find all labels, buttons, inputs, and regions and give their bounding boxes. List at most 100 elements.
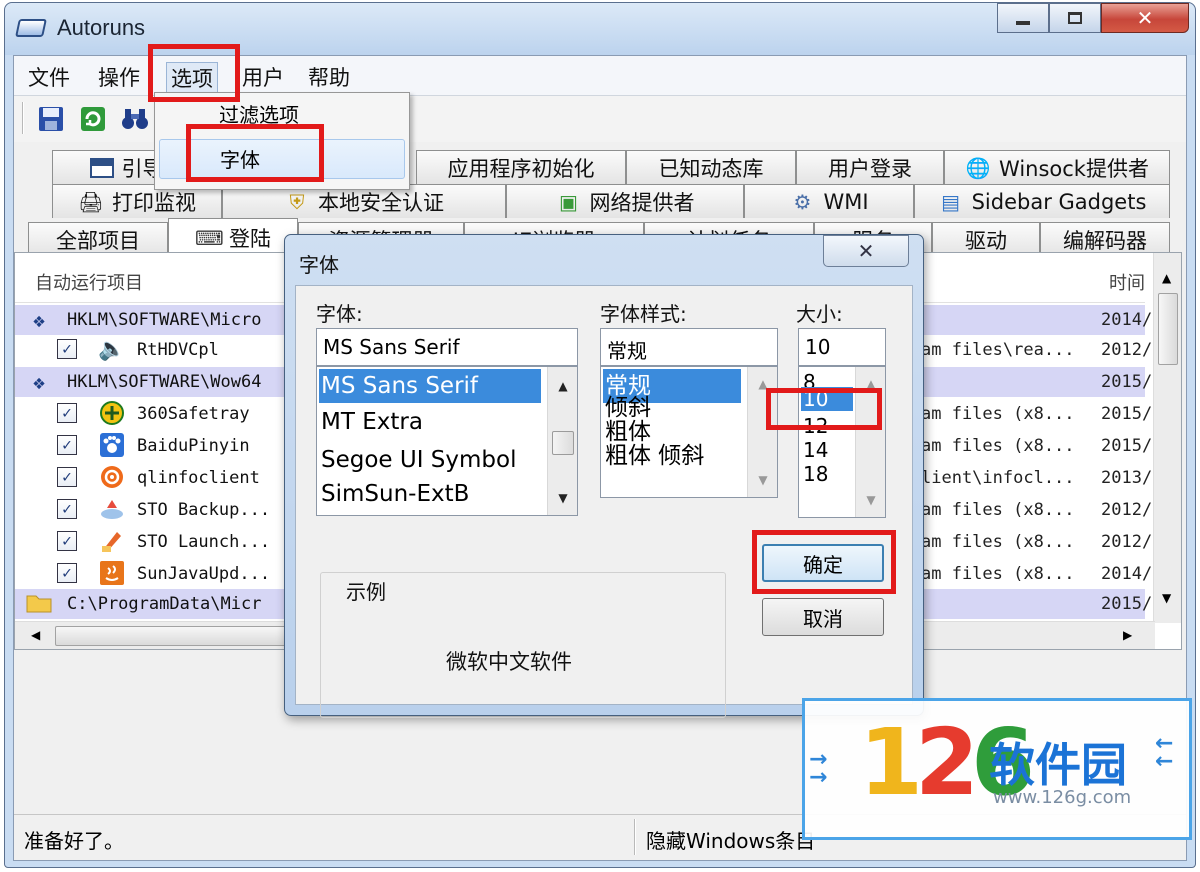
title-bar[interactable]: Autoruns ✕ [5, 3, 1195, 55]
scroll-down-icon[interactable]: ▼ [748, 473, 777, 487]
font-style-list[interactable]: 常规 倾斜 粗体 粗体 倾斜 ▲ ▼ [600, 366, 778, 498]
menu-help[interactable]: 帮助 [308, 62, 350, 92]
globe-icon: 🌐 [965, 155, 991, 180]
entry-path: am files (x8... [921, 404, 1075, 424]
tab-label: 登陆 [229, 226, 271, 251]
enable-checkbox[interactable]: ✓ [57, 467, 77, 487]
entry-path: am files (x8... [921, 500, 1075, 520]
dialog-body: 字体: 字体样式: 大小: MS Sans Serif 常规 10 MS San… [295, 285, 913, 718]
tab-network-providers[interactable]: ▣ 网络提供者 [506, 184, 744, 218]
arrow-right-icon: → [809, 765, 828, 790]
maximize-icon [1068, 12, 1082, 24]
menu-item-font[interactable]: 字体 [159, 139, 405, 179]
entry-path: lient\infocl... [921, 468, 1075, 488]
style-list-scrollbar[interactable]: ▲ ▼ [747, 367, 777, 497]
menu-item-filter-options[interactable]: 过滤选项 [159, 95, 405, 135]
menu-action[interactable]: 操作 [98, 62, 140, 92]
scroll-thumb[interactable] [1158, 293, 1178, 365]
font-style-input[interactable]: 常规 [600, 328, 778, 366]
menu-options[interactable]: 选项 [166, 62, 218, 94]
refresh-button[interactable] [78, 104, 108, 134]
tab-appinit[interactable]: 应用程序初始化 [416, 150, 626, 184]
binoculars-icon [122, 109, 148, 129]
cancel-button[interactable]: 取消 [762, 598, 884, 636]
tab-label: 网络提供者 [589, 190, 695, 215]
entry-time: 2012/ [1101, 340, 1153, 360]
shield-icon: ⛨ [289, 189, 305, 214]
tab-label: 编解码器 [1063, 228, 1147, 253]
menu-user[interactable]: 用户 [242, 62, 284, 92]
scroll-down-icon[interactable]: ▼ [1162, 591, 1171, 605]
scroll-up-icon[interactable]: ▲ [748, 377, 777, 391]
scroll-up-icon[interactable]: ▲ [548, 379, 577, 393]
font-name-list[interactable]: MS Sans Serif MT Extra Segoe UI Symbol S… [316, 366, 578, 516]
enable-checkbox[interactable]: ✓ [57, 563, 77, 583]
minimize-button[interactable] [997, 3, 1049, 33]
maximize-button[interactable] [1049, 3, 1101, 33]
speaker-icon: 🔈 [98, 337, 126, 362]
scroll-left-icon[interactable]: ◀ [31, 628, 40, 642]
scroll-up-icon[interactable]: ▲ [1162, 271, 1171, 285]
font-option[interactable]: MT Extra [319, 405, 423, 439]
tab-sidebar-gadgets[interactable]: ▤ Sidebar Gadgets [914, 184, 1170, 218]
dialog-close-button[interactable]: ✕ [823, 235, 909, 267]
menu-file[interactable]: 文件 [28, 62, 70, 92]
tab-logon-user[interactable]: 用户登录 [796, 150, 944, 184]
h-scroll-thumb[interactable] [55, 626, 295, 646]
close-button[interactable]: ✕ [1101, 3, 1189, 33]
enable-checkbox[interactable]: ✓ [57, 499, 77, 519]
entry-name: HKLM\SOFTWARE\Wow64 [67, 372, 262, 392]
save-button[interactable] [36, 104, 66, 134]
tab-logon[interactable]: ⌨ 登陆 [168, 218, 298, 256]
tab-label: Sidebar Gadgets [971, 189, 1147, 214]
refresh-icon [81, 107, 105, 131]
entry-name: C:\ProgramData\Micr [67, 594, 262, 614]
toolbar-grip [22, 102, 24, 134]
ok-button[interactable]: 确定 [762, 544, 884, 582]
scroll-down-icon[interactable]: ▼ [548, 491, 577, 505]
entry-time: 2015/ [1101, 404, 1153, 424]
list-vertical-scrollbar[interactable]: ▲ ▼ [1153, 253, 1181, 623]
font-size-input[interactable]: 10 [798, 328, 886, 366]
column-time[interactable]: 时间 [1109, 269, 1145, 295]
scroll-down-icon[interactable]: ▼ [856, 493, 885, 507]
font-option[interactable]: Segoe UI Symbol [319, 443, 517, 477]
options-menu: 过滤选项 字体 [154, 92, 410, 190]
font-option[interactable]: MS Sans Serif [319, 369, 541, 403]
tab-drivers[interactable]: 驱动 [932, 222, 1040, 256]
tab-label: 驱动 [965, 228, 1007, 253]
entry-time: 2014/ [1101, 564, 1153, 584]
tab-known-dlls[interactable]: 已知动态库 [626, 150, 796, 184]
tab-codecs[interactable]: 编解码器 [1040, 222, 1170, 256]
arrow-left-icon: ← [1155, 749, 1174, 774]
entry-name: STO Backup... [137, 500, 271, 520]
minimize-icon [1016, 21, 1030, 25]
size-option[interactable]: 10 [801, 387, 853, 411]
tab-winsock[interactable]: 🌐 Winsock提供者 [944, 150, 1170, 184]
tab-label: Winsock提供者 [999, 156, 1149, 181]
font-name-input[interactable]: MS Sans Serif [316, 328, 578, 366]
scroll-thumb[interactable] [552, 431, 574, 455]
font-list-scrollbar[interactable]: ▲ ▼ [547, 367, 577, 515]
enable-checkbox[interactable]: ✓ [57, 403, 77, 423]
size-option[interactable]: 18 [801, 457, 828, 491]
enable-checkbox[interactable]: ✓ [57, 531, 77, 551]
entry-name: SunJavaUpd... [137, 564, 271, 584]
size-list-scrollbar[interactable]: ▲ ▼ [855, 367, 885, 517]
column-autorun-entry[interactable]: 自动运行项目 [35, 269, 143, 295]
font-size-list[interactable]: 8 10 12 14 18 ▲ ▼ [798, 366, 886, 518]
enable-checkbox[interactable]: ✓ [57, 435, 77, 455]
scroll-up-icon[interactable]: ▲ [856, 377, 885, 391]
entry-time: 2012/ [1101, 500, 1153, 520]
tab-wmi[interactable]: ⚙ WMI [744, 184, 914, 218]
font-option[interactable]: SimSun-ExtB [319, 477, 469, 511]
tab-label: 已知动态库 [658, 156, 764, 181]
find-button[interactable] [120, 104, 150, 134]
style-option[interactable]: 粗体 倾斜 [603, 439, 704, 473]
printer-icon: 🖨 [78, 189, 104, 214]
tab-label: 用户登录 [828, 156, 912, 181]
entry-path: am files (x8... [921, 532, 1075, 552]
scroll-right-icon[interactable]: ▶ [1123, 628, 1132, 642]
tab-everything[interactable]: 全部项目 [28, 222, 168, 256]
enable-checkbox[interactable]: ✓ [57, 339, 77, 359]
